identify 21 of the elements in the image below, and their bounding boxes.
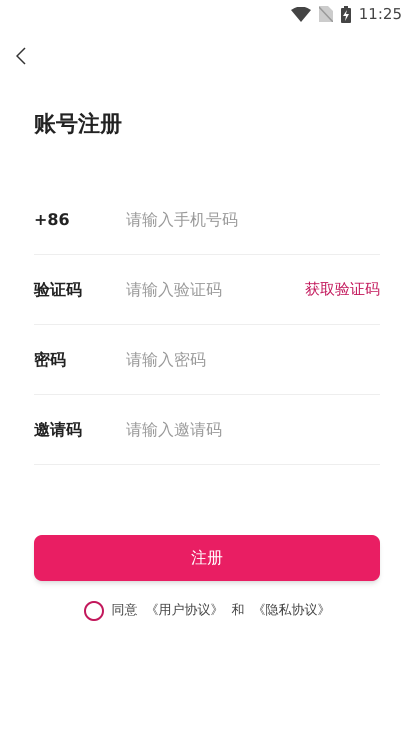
input-field[interactable]: 请输入手机号码: [126, 200, 380, 240]
register-button[interactable]: 注册: [34, 535, 380, 581]
input-field[interactable]: 请输入验证码: [126, 270, 305, 310]
field-label: 密码: [34, 348, 67, 370]
status-time: 11:25: [358, 4, 402, 25]
field-label: +86: [34, 208, 71, 230]
input-field[interactable]: 请输入邀请码: [126, 410, 380, 450]
agreement-text: 《隐私协议》: [252, 602, 330, 620]
input-field[interactable]: 请输入密码: [126, 340, 380, 380]
agreement-text: 《用户协议》: [146, 602, 224, 620]
field-label: 邀请码: [34, 418, 83, 440]
agreement-text: 和: [232, 602, 244, 620]
chevron-left-icon: [16, 47, 26, 65]
battery-charging-icon: [340, 6, 351, 22]
agreement-text: 同意: [112, 602, 138, 620]
agree-checkbox[interactable]: [84, 601, 104, 621]
get-code-link[interactable]: 获取验证码: [305, 278, 380, 301]
field-label: 验证码: [34, 278, 83, 300]
wifi-icon: [290, 6, 311, 22]
no-sim-icon: [318, 6, 333, 22]
page-title: 账号注册: [34, 111, 122, 139]
